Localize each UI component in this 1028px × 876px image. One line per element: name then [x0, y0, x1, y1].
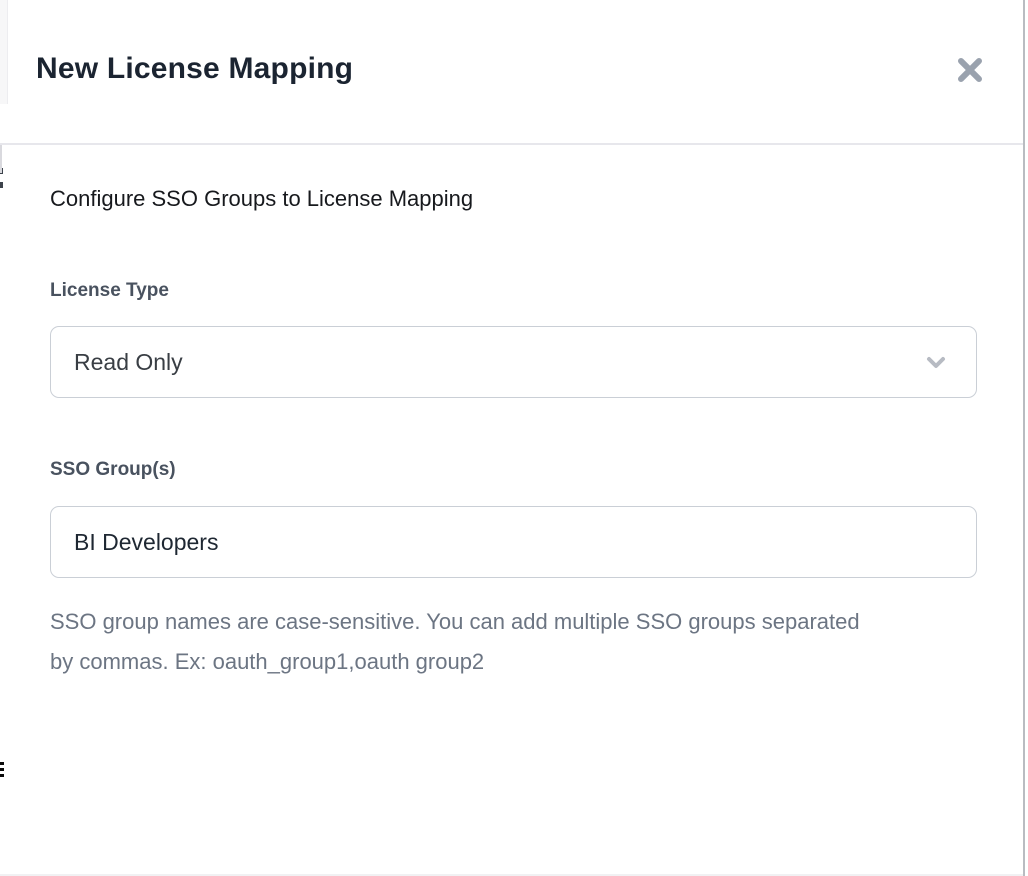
close-button[interactable]: [948, 48, 992, 92]
sso-groups-label: SSO Group(s): [50, 459, 176, 481]
modal-dialog: New License Mapping Configure SSO Groups…: [0, 0, 1028, 876]
sso-groups-help-text: SSO group names are case-sensitive. You …: [50, 602, 880, 682]
page-edge-fragment: [0, 182, 3, 188]
license-type-select[interactable]: Read Only: [50, 326, 977, 398]
modal-description: Configure SSO Groups to License Mapping: [50, 186, 473, 212]
close-icon: [955, 55, 985, 85]
modal-right-border: [1023, 0, 1025, 876]
modal-header: New License Mapping: [0, 0, 1023, 145]
page-edge-divider-fragment: [0, 143, 2, 173]
license-type-label: License Type: [50, 280, 169, 302]
license-type-value: Read Only: [74, 349, 922, 376]
chevron-down-icon: [922, 348, 950, 376]
sso-groups-input[interactable]: [50, 506, 977, 578]
background-menu-icon: [0, 762, 4, 780]
modal-title: New License Mapping: [36, 52, 353, 86]
